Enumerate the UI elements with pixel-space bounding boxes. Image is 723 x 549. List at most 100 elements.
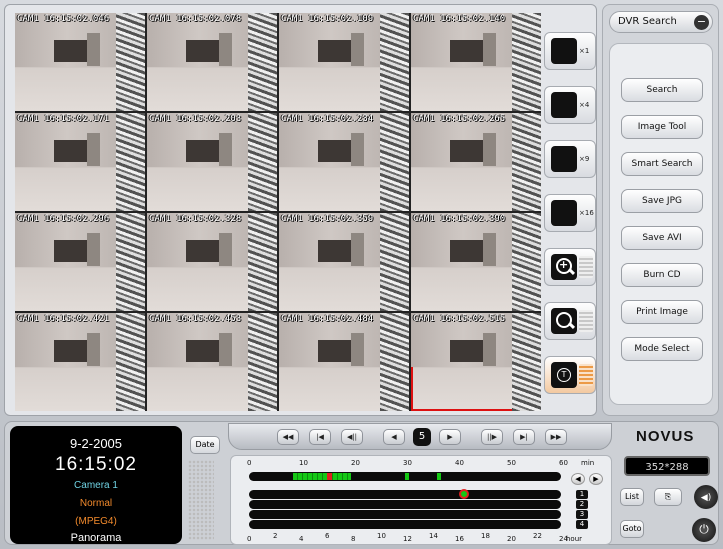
scene-pillar: [380, 213, 409, 311]
camera-tile[interactable]: CAM1 16:15:02.046: [15, 13, 145, 111]
camera-timestamp: CAM1 16:15:02.390: [413, 214, 506, 224]
scene-door: [482, 232, 496, 266]
camera-timestamp: CAM1 16:15:02.359: [281, 214, 374, 224]
scene-pillar: [512, 313, 541, 411]
camera-tile[interactable]: CAM1 16:15:02.421: [15, 313, 145, 411]
collapse-icon[interactable]: −: [694, 15, 709, 30]
row-label-1: 1: [576, 490, 588, 499]
first-frame-button[interactable]: |◀: [309, 429, 331, 445]
rewind-button[interactable]: ◀◀: [277, 429, 299, 445]
step-forward-button[interactable]: ||▶: [481, 429, 503, 445]
row-label-4: 4: [576, 520, 588, 529]
scene-pillar: [248, 113, 277, 211]
scene-shelf: [450, 140, 484, 162]
hour-bar-1[interactable]: [249, 489, 561, 499]
camera-tile[interactable]: CAM1 16:15:02.390: [411, 213, 541, 311]
smart-search-button[interactable]: Smart Search: [621, 152, 703, 176]
minute-bar[interactable]: [249, 472, 561, 481]
camera-timestamp: CAM1 16:15:02.171: [17, 114, 110, 124]
dvr-search-title: DVR Search −: [609, 11, 713, 33]
dvr-button-list: Search Image Tool Smart Search Save JPG Save…: [609, 43, 713, 405]
goto-button[interactable]: Goto: [620, 520, 644, 538]
volume-button[interactable]: ◀): [694, 485, 718, 509]
save-avi-button[interactable]: Save AVI: [621, 226, 703, 250]
date-button[interactable]: Date: [190, 436, 220, 454]
previous-button[interactable]: ◀: [383, 429, 405, 445]
last-frame-button[interactable]: ▶|: [513, 429, 535, 445]
hour-bar-4[interactable]: [249, 520, 561, 529]
camera-timestamp: CAM1 16:15:02.203: [149, 114, 242, 124]
hour-bar-2[interactable]: [249, 500, 561, 509]
scene-shelf: [186, 40, 220, 62]
info-codec: (MPEG4): [75, 516, 117, 527]
zoom-slider-track: [579, 310, 593, 332]
camera-tile[interactable]: CAM1 16:15:02.078: [147, 13, 277, 111]
camera-timestamp: CAM1 16:15:02.109: [281, 14, 374, 24]
zoom-out-button[interactable]: [544, 302, 596, 340]
hour-bar-3[interactable]: [249, 510, 561, 519]
camera-tile[interactable]: CAM1 16:15:02.171: [15, 113, 145, 211]
camera-tile[interactable]: CAM1 16:15:02.453: [147, 313, 277, 411]
power-button[interactable]: ⏻: [692, 518, 716, 542]
step-back-button[interactable]: ◀||: [341, 429, 363, 445]
scene-pillar: [380, 113, 409, 211]
next-button[interactable]: ▶: [439, 429, 461, 445]
scene-pillar: [116, 313, 145, 411]
layout-4-button[interactable]: ×4: [544, 86, 596, 124]
camera-tile[interactable]: CAM1 16:15:02.328: [147, 213, 277, 311]
mode-select-button[interactable]: Mode Select: [621, 337, 703, 361]
camera-timestamp: CAM1 16:15:02.421: [17, 314, 110, 324]
zoom-in-button[interactable]: +: [544, 248, 596, 286]
layout-1x1-button[interactable]: ×1: [544, 32, 596, 70]
fast-forward-button[interactable]: ▶▶: [545, 429, 567, 445]
print-image-button[interactable]: Print Image: [621, 300, 703, 324]
camera-tile[interactable]: CAM1 16:15:02.484: [279, 313, 409, 411]
scene-door: [218, 232, 232, 266]
scene-door: [86, 132, 100, 166]
hour-tick-label: 8: [351, 535, 356, 543]
camera-timestamp: CAM1 16:15:02.140: [413, 14, 506, 24]
scene-door: [218, 332, 232, 366]
dvr-search-panel: DVR Search − Search Image Tool Smart Searc…: [602, 4, 719, 416]
scene-shelf: [318, 40, 352, 62]
scene-door: [218, 32, 232, 66]
record-segment: [405, 473, 409, 480]
image-tool-button[interactable]: Image Tool: [621, 115, 703, 139]
scene-shelf: [450, 340, 484, 362]
scene-pillar: [116, 113, 145, 211]
scene-pillar: [512, 13, 541, 111]
copy-button[interactable]: ⎘: [654, 488, 682, 506]
row-label-3: 3: [576, 510, 588, 519]
camera-tile[interactable]: CAM1 16:15:02.140: [411, 13, 541, 111]
burn-cd-button[interactable]: Burn CD: [621, 263, 703, 287]
timeline-left-arrow[interactable]: ◀: [571, 473, 585, 485]
camera-tile[interactable]: CAM1 16:15:02.265: [411, 113, 541, 211]
scene-shelf: [186, 240, 220, 262]
camera-tile[interactable]: CAM1 16:15:02.515: [411, 313, 541, 411]
minute-tick-label: 0: [247, 459, 252, 467]
channel-number: 5: [413, 428, 431, 446]
dvr-player-window: CAM1 16:15:02.046 CAM1 16:15:02.078 CAM1 1…: [0, 0, 723, 549]
list-button[interactable]: List: [620, 488, 644, 506]
layout-9-button[interactable]: ×9: [544, 140, 596, 178]
overlay-level-track: [579, 364, 593, 386]
camera-tile[interactable]: CAM1 16:15:02.234: [279, 113, 409, 211]
text-overlay-button[interactable]: T: [544, 356, 596, 394]
record-segment: [293, 473, 351, 480]
camera-tile[interactable]: CAM1 16:15:02.296: [15, 213, 145, 311]
alarm-segment: [327, 473, 332, 480]
camera-tile[interactable]: CAM1 16:15:02.359: [279, 213, 409, 311]
scene-door: [350, 232, 364, 266]
save-jpg-button[interactable]: Save JPG: [621, 189, 703, 213]
scene-pillar: [248, 213, 277, 311]
hour-marker: [459, 489, 469, 499]
hour-tick-label: 10: [377, 532, 386, 540]
camera-tile[interactable]: CAM1 16:15:02.203: [147, 113, 277, 211]
timeline-right-arrow[interactable]: ▶: [589, 473, 603, 485]
layout-16-button[interactable]: ×16: [544, 194, 596, 232]
brand-logo: NOVUS: [636, 428, 695, 445]
camera-tile[interactable]: CAM1 16:15:02.109: [279, 13, 409, 111]
text-overlay-icon: T: [551, 362, 577, 388]
search-button[interactable]: Search: [621, 78, 703, 102]
scene-door: [482, 332, 496, 366]
